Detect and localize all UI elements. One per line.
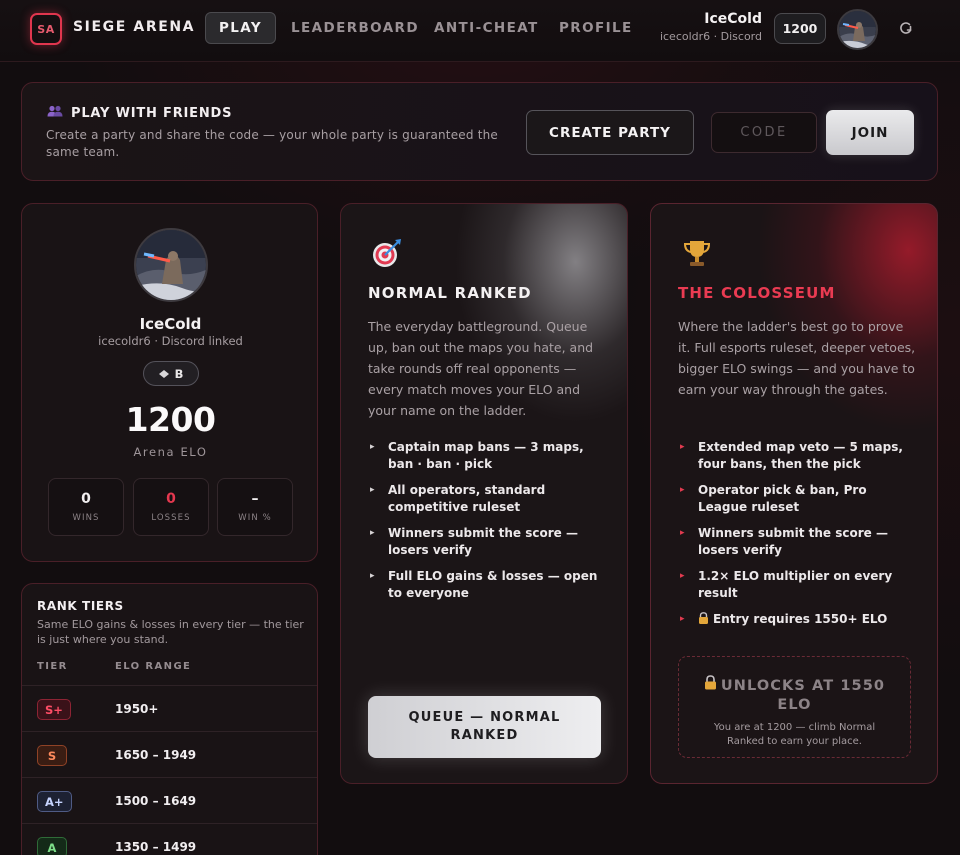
- profile-avatar[interactable]: [134, 228, 208, 302]
- nav-profile[interactable]: PROFILE: [559, 12, 633, 44]
- stat-value: –: [251, 491, 259, 507]
- feature-text: Operator pick & ban, Pro League ruleset: [698, 483, 867, 514]
- list-item: ▸ Operator pick & ban, Pro League ruleset: [678, 482, 918, 516]
- lock-icon: [698, 612, 709, 629]
- normal-ranked-description: The everyday battleground. Queue up, ban…: [368, 319, 594, 418]
- normal-ranked-card: NORMAL RANKED The everyday battleground.…: [340, 203, 628, 784]
- feature-text: Winners submit the score — losers verify: [388, 526, 578, 557]
- bullet-icon: ▸: [680, 571, 685, 581]
- tier-badge: S: [37, 745, 67, 766]
- tier-row: S 1650 – 1949: [22, 731, 317, 777]
- create-party-button[interactable]: CREATE PARTY: [526, 110, 694, 155]
- colosseum-features: ▸ Extended map veto — 5 maps, four bans, …: [678, 439, 918, 638]
- party-title-row: PLAY WITH FRIENDS: [47, 105, 232, 121]
- feature-text: Full ELO gains & losses — open to everyo…: [388, 569, 598, 600]
- list-item: ▸ Entry requires 1550+ ELO: [678, 611, 918, 629]
- feature-text: All operators, standard competitive rule…: [388, 483, 546, 514]
- list-item: ▸ Full ELO gains & losses — open to every…: [368, 568, 608, 602]
- tier-range: 1500 – 1649: [115, 794, 197, 808]
- colosseum-description: Where the ladder's best go to prove it. …: [678, 319, 916, 397]
- unlock-box: UNLOCKS AT 1550 ELO You are at 1200 — cl…: [678, 656, 911, 758]
- elo-pill: 1200: [774, 13, 826, 44]
- feature-text: Entry requires 1550+ ELO: [713, 612, 888, 626]
- col-header-elo-range: ELO RANGE: [115, 661, 192, 672]
- bullet-icon: ▸: [370, 485, 375, 495]
- brand-name[interactable]: SIEGE ARENA: [73, 19, 195, 35]
- bullet-icon: ▸: [680, 442, 685, 452]
- list-item: ▸ Winners submit the score — losers verif…: [368, 525, 608, 559]
- tier-range: 1650 – 1949: [115, 748, 197, 762]
- tier-range: 1950+: [115, 702, 159, 716]
- stat-losses: 0 LOSSES: [133, 478, 209, 536]
- feature-text: Captain map bans — 3 maps, ban · ban · p…: [388, 440, 584, 471]
- rank-tiers-title: RANK TIERS: [37, 599, 124, 613]
- nav-leaderboard[interactable]: LEADERBOARD: [291, 12, 419, 44]
- diamond-icon: [158, 367, 169, 381]
- bullet-icon: ▸: [370, 528, 375, 538]
- stat-label: LOSSES: [151, 513, 191, 523]
- list-item: ▸ All operators, standard competitive rul…: [368, 482, 608, 516]
- avatar[interactable]: [837, 9, 878, 50]
- list-item: ▸ Captain map bans — 3 maps, ban · ban · …: [368, 439, 608, 473]
- list-item: ▸ Extended map veto — 5 maps, four bans, …: [678, 439, 918, 473]
- stat-label: WIN %: [238, 513, 272, 523]
- rank-tiers-description: Same ELO gains & losses in every tier — …: [37, 618, 304, 646]
- bullet-icon: ▸: [370, 571, 375, 581]
- party-banner: PLAY WITH FRIENDS Create a party and sha…: [21, 82, 938, 181]
- tier-badge: B: [143, 361, 199, 386]
- feature-text: 1.2× ELO multiplier on every result: [698, 569, 893, 600]
- stat-value: 0: [166, 491, 176, 507]
- list-item: ▸ Winners submit the score — losers verif…: [678, 525, 918, 559]
- profile-sub: icecoldr6 · Discord linked: [98, 334, 243, 348]
- feature-text: Winners submit the score — losers verify: [698, 526, 888, 557]
- tier-badge: S+: [37, 699, 71, 720]
- profile-elo-label: Arena ELO: [133, 445, 208, 459]
- colosseum-card: THE COLOSSEUM Where the ladder's best go…: [650, 203, 938, 784]
- user-sub: icecoldr6 · Discord: [659, 30, 762, 43]
- col-header-tier: TIER: [37, 661, 68, 672]
- nav-anti-cheat[interactable]: ANTI-CHEAT: [434, 12, 539, 44]
- nav-play[interactable]: PLAY: [205, 12, 277, 44]
- normal-ranked-title: NORMAL RANKED: [368, 284, 532, 302]
- lock-icon: [704, 675, 717, 696]
- normal-ranked-features: ▸ Captain map bans — 3 maps, ban · ban · …: [368, 439, 608, 611]
- tier-badge: A+: [37, 791, 72, 812]
- bullet-icon: ▸: [680, 614, 685, 624]
- tier-row: A+ 1500 – 1649: [22, 777, 317, 823]
- tier-range: 1350 – 1499: [115, 840, 197, 854]
- tier-row: S+ 1950+: [22, 685, 317, 731]
- user-name[interactable]: IceCold: [704, 11, 762, 27]
- profile-name: IceCold: [139, 315, 202, 333]
- stat-value: 0: [81, 491, 91, 507]
- top-nav: SA SIEGE ARENA PLAY LEADERBOARD ANTI-CHE…: [0, 0, 960, 62]
- tier-row: A 1350 – 1499: [22, 823, 317, 855]
- tier-label: B: [174, 366, 184, 381]
- target-icon: [371, 237, 403, 269]
- join-button[interactable]: JOIN: [826, 110, 914, 155]
- party-description: Create a party and share the code — your…: [46, 128, 499, 159]
- unlock-title-text: UNLOCKS AT 1550 ELO: [720, 678, 886, 713]
- party-title: PLAY WITH FRIENDS: [71, 105, 233, 121]
- stat-win-pct: – WIN %: [217, 478, 293, 536]
- bullet-icon: ▸: [680, 528, 685, 538]
- stat-wins: 0 WINS: [48, 478, 124, 536]
- rank-tiers-card: RANK TIERS Same ELO gains & losses in ev…: [21, 583, 318, 855]
- unlock-title: UNLOCKS AT 1550 ELO: [679, 675, 910, 715]
- stat-label: WINS: [72, 513, 100, 523]
- bullet-icon: ▸: [680, 485, 685, 495]
- unlock-subtext: You are at 1200 — climb Normal Ranked to…: [713, 722, 876, 747]
- feature-text: Extended map veto — 5 maps, four bans, t…: [698, 440, 903, 471]
- queue-normal-ranked-button[interactable]: QUEUE — NORMAL RANKED: [368, 696, 601, 758]
- profile-elo: 1200: [125, 400, 216, 439]
- logo[interactable]: SA: [30, 13, 62, 45]
- profile-card: IceCold icecoldr6 · Discord linked B 120…: [21, 203, 318, 562]
- logout-icon[interactable]: [899, 20, 913, 34]
- bullet-icon: ▸: [370, 442, 375, 452]
- trophy-icon: [681, 237, 713, 269]
- users-icon: [47, 105, 63, 121]
- list-item: ▸ 1.2× ELO multiplier on every result: [678, 568, 918, 602]
- tier-badge: A: [37, 837, 67, 855]
- colosseum-title: THE COLOSSEUM: [678, 284, 836, 302]
- party-code-input[interactable]: [711, 112, 817, 153]
